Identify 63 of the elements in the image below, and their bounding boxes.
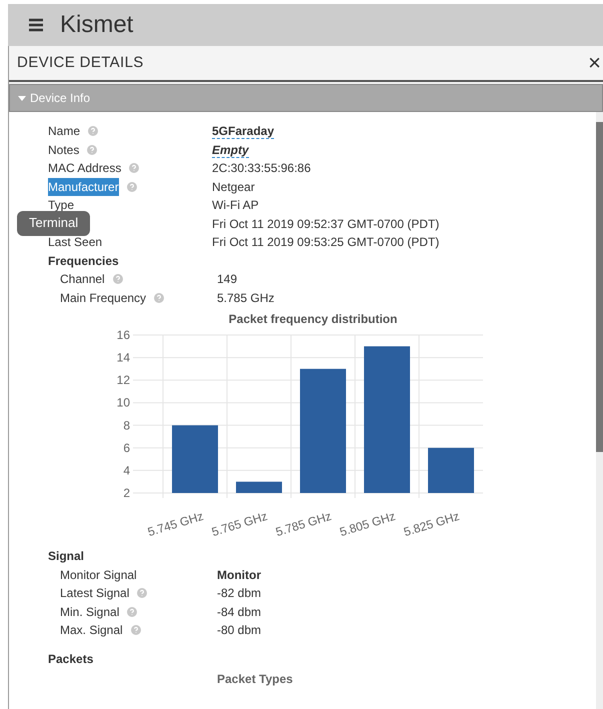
field-value: Fri Oct 11 2019 09:53:25 GMT-0700 (PDT)	[212, 234, 440, 250]
x-tick-label: 5.825 GHz	[402, 508, 462, 542]
dialog-title: DEVICE DETAILS	[17, 52, 144, 73]
field-value: Netgear	[212, 178, 255, 194]
field-label: MAC Address	[48, 160, 122, 177]
field-label: Type	[48, 197, 74, 214]
bar	[428, 448, 474, 493]
field-label: Latest Signal	[60, 585, 130, 602]
group-title: Frequencies	[48, 252, 120, 270]
field-value: -84 dbm	[217, 604, 262, 620]
chart-title: Packet frequency distribution	[228, 312, 398, 326]
field-value: Fri Oct 11 2019 09:52:37 GMT-0700 (PDT)	[212, 216, 440, 232]
section-title: Device Info	[30, 90, 90, 107]
field-label: Name	[48, 123, 80, 140]
field-label: Last Seen	[48, 234, 102, 251]
field-value: Wi-Fi AP	[212, 197, 259, 213]
help-icon[interactable]	[126, 182, 137, 192]
field-value: 5.785 GHz	[217, 290, 274, 306]
field-value: -82 dbm	[217, 585, 262, 602]
group-title: Signal	[48, 548, 86, 565]
help-icon[interactable]	[87, 144, 98, 155]
field-value: -80 dbm	[217, 622, 262, 639]
y-tick-label: 10	[116, 396, 130, 410]
field-value: Monitor	[217, 566, 261, 584]
subsection-title: Packet Types	[217, 671, 293, 688]
bar	[172, 425, 218, 493]
x-tick-label: 5.765 GHz	[210, 508, 270, 542]
bar	[236, 482, 282, 493]
y-tick-label: 8	[123, 418, 130, 432]
field-label: Min. Signal	[60, 604, 120, 620]
help-icon[interactable]	[88, 126, 98, 136]
close-button[interactable]: ×	[588, 52, 603, 74]
help-icon[interactable]	[127, 606, 138, 617]
editable-value[interactable]: Empty	[212, 140, 249, 158]
help-icon[interactable]	[130, 625, 141, 636]
y-tick-label: 6	[123, 440, 130, 455]
field-label: Main Frequency	[60, 290, 146, 306]
x-tick-label: 5.745 GHz	[146, 508, 206, 542]
editable-value[interactable]: 5GFaraday	[212, 122, 274, 139]
help-icon[interactable]	[137, 588, 148, 598]
field-label: Channel	[60, 271, 105, 288]
y-tick-label: 16	[116, 328, 130, 342]
menu-icon[interactable]	[28, 18, 44, 32]
y-tick-label: 2	[123, 486, 130, 500]
tooltip: Terminal	[17, 211, 90, 236]
field-value: 2C:30:33:55:96:86	[212, 160, 311, 176]
field-label: Manufacturer	[48, 178, 119, 196]
scrollbar[interactable]	[596, 112, 603, 709]
x-tick-label: 5.805 GHz	[338, 508, 398, 542]
scrollbar-thumb[interactable]	[596, 122, 603, 452]
y-tick-label: 12	[116, 373, 130, 388]
field-label: Notes	[48, 142, 80, 158]
x-tick-label: 5.785 GHz	[274, 508, 334, 542]
help-icon[interactable]	[154, 292, 164, 303]
field-label: Monitor Signal	[60, 566, 137, 584]
app-title: Kismet	[60, 10, 134, 40]
y-tick-label: 14	[116, 350, 130, 365]
group-title: Packets	[48, 650, 94, 668]
y-tick-label: 4	[123, 463, 130, 478]
field-label: Max. Signal	[60, 622, 123, 639]
field-value: 149	[217, 271, 238, 288]
help-icon[interactable]	[129, 163, 140, 174]
help-icon[interactable]	[112, 274, 123, 284]
